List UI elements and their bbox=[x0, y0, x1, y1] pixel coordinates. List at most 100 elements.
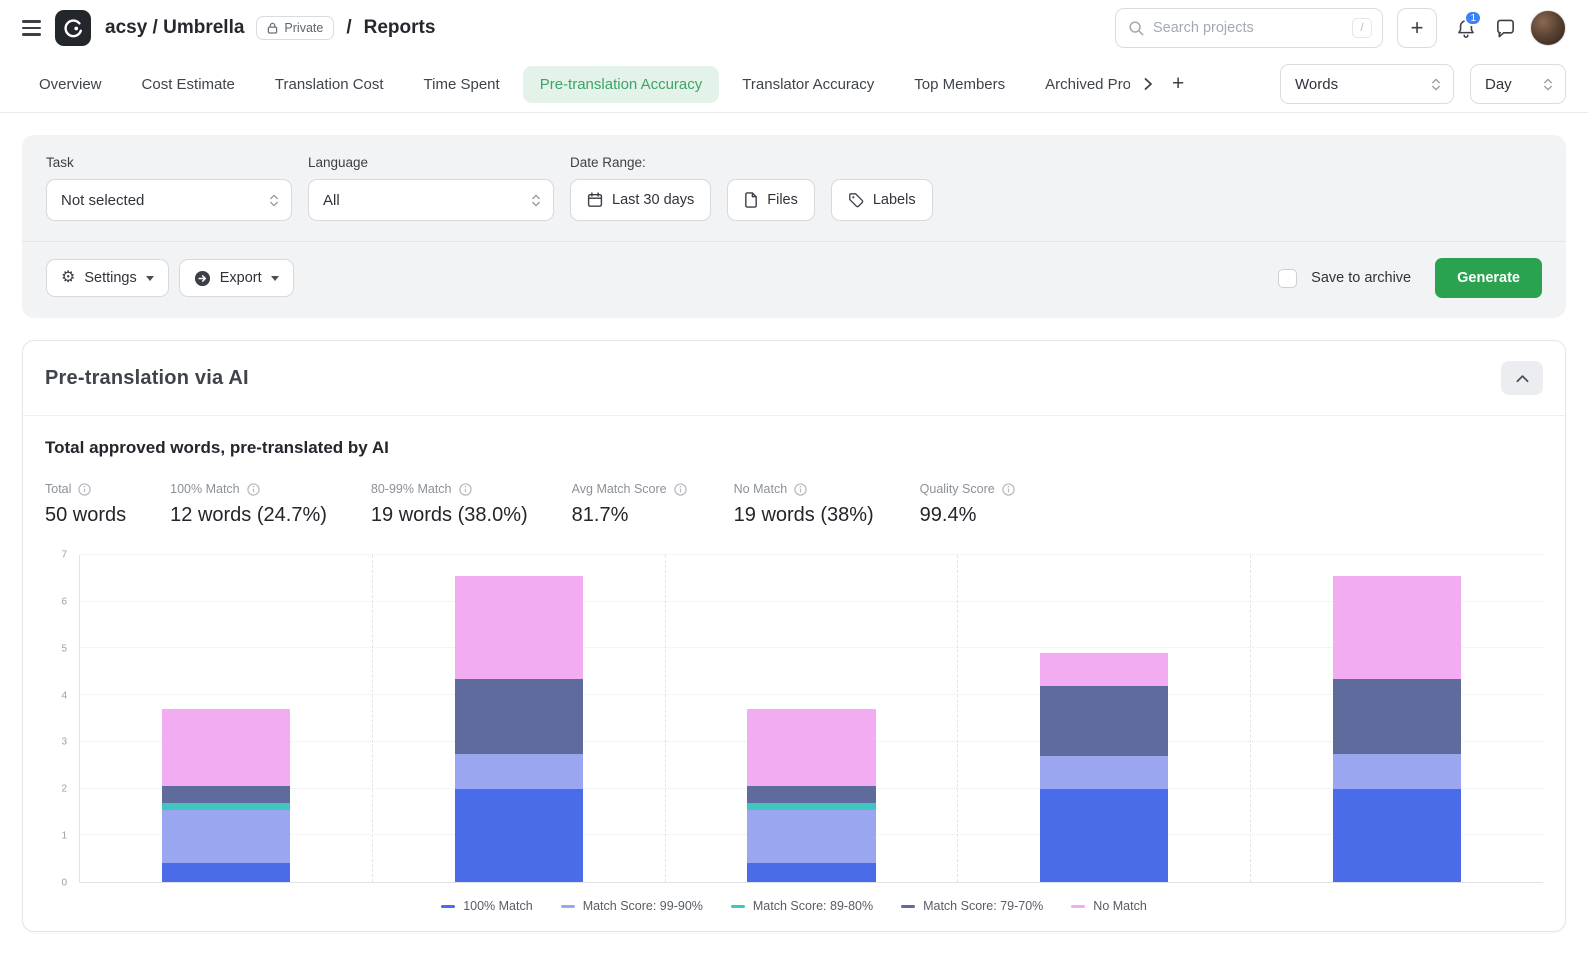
bar-segment-100-match[interactable] bbox=[1040, 789, 1168, 882]
hamburger-menu-button[interactable] bbox=[22, 20, 41, 35]
legend-item-match-score-79-70-[interactable]: Match Score: 79-70% bbox=[901, 899, 1043, 913]
bar-segment-100-match[interactable] bbox=[162, 863, 290, 882]
filter-row-criteria: Task Not selected Language All Date Rang… bbox=[46, 155, 1542, 221]
date-range-group: Date Range: Last 30 days bbox=[570, 155, 933, 221]
legend-swatch bbox=[1071, 905, 1085, 908]
legend-item-100-match[interactable]: 100% Match bbox=[441, 899, 532, 913]
stat-100-match: 100% Match 12 words (24.7%) bbox=[170, 482, 327, 527]
tab-time-spent[interactable]: Time Spent bbox=[407, 66, 517, 103]
period-select-value: Day bbox=[1485, 76, 1512, 93]
chart: 01234567 100% Match Match Score: 99-90% Ma… bbox=[45, 555, 1543, 913]
language-filter-label: Language bbox=[308, 155, 554, 170]
stat-value: 19 words (38.0%) bbox=[371, 504, 528, 527]
stacked-bar[interactable] bbox=[162, 555, 290, 882]
bar-segment-match-score-79-70-[interactable] bbox=[455, 679, 583, 754]
unit-select[interactable]: Words bbox=[1280, 64, 1454, 104]
breadcrumb-org-project[interactable]: acsy / Umbrella bbox=[105, 17, 244, 39]
notifications-button[interactable]: 1 bbox=[1451, 13, 1481, 43]
files-button-label: Files bbox=[767, 192, 798, 208]
tab-translation-cost[interactable]: Translation Cost bbox=[258, 66, 401, 103]
date-range-value: Last 30 days bbox=[612, 192, 694, 208]
stat-label-row: Quality Score bbox=[920, 482, 1015, 496]
chart-area: 01234567 bbox=[45, 555, 1543, 883]
language-select[interactable]: All bbox=[308, 179, 554, 221]
bar-segment-100-match[interactable] bbox=[455, 789, 583, 882]
search-box[interactable]: / bbox=[1115, 8, 1383, 48]
labels-filter-button[interactable]: Labels bbox=[831, 179, 933, 221]
create-project-button[interactable]: + bbox=[1397, 8, 1437, 48]
y-axis-tick-label: 7 bbox=[61, 550, 67, 561]
chevron-up-icon bbox=[1516, 374, 1529, 383]
bar-column bbox=[665, 555, 958, 882]
y-axis-tick-label: 1 bbox=[61, 831, 67, 842]
tab-archived-projects[interactable]: Archived Projects bbox=[1028, 66, 1130, 103]
report-filter-panel: Task Not selected Language All Date Rang… bbox=[22, 135, 1566, 318]
info-icon[interactable] bbox=[78, 483, 91, 496]
bar-segment-no-match[interactable] bbox=[162, 709, 290, 786]
stat-label-row: 100% Match bbox=[170, 482, 327, 496]
bar-segment-100-match[interactable] bbox=[747, 863, 875, 882]
settings-dropdown-button[interactable]: ⚙ Settings bbox=[46, 259, 169, 297]
user-avatar[interactable] bbox=[1530, 10, 1566, 46]
messages-button[interactable] bbox=[1495, 18, 1516, 39]
info-icon[interactable] bbox=[794, 483, 807, 496]
bar-segment-match-score-99-90-[interactable] bbox=[1040, 756, 1168, 789]
bar-segment-no-match[interactable] bbox=[1040, 653, 1168, 686]
period-select[interactable]: Day bbox=[1470, 64, 1566, 104]
tabs-overflow-button[interactable] bbox=[1136, 73, 1160, 95]
stat-value: 12 words (24.7%) bbox=[170, 504, 327, 527]
info-icon[interactable] bbox=[1002, 483, 1015, 496]
stacked-bar[interactable] bbox=[455, 555, 583, 882]
bar-segment-match-score-89-80-[interactable] bbox=[162, 803, 290, 810]
task-select[interactable]: Not selected bbox=[46, 179, 292, 221]
date-range-buttons: Last 30 days Files Labels bbox=[570, 179, 933, 221]
bar-segment-match-score-99-90-[interactable] bbox=[1333, 754, 1461, 789]
bar-segment-match-score-79-70-[interactable] bbox=[1040, 686, 1168, 756]
app-logo[interactable] bbox=[55, 10, 91, 46]
legend-swatch bbox=[561, 905, 575, 908]
legend-item-match-score-99-90-[interactable]: Match Score: 99-90% bbox=[561, 899, 703, 913]
bar-segment-match-score-99-90-[interactable] bbox=[747, 810, 875, 864]
bar-segment-match-score-89-80-[interactable] bbox=[747, 803, 875, 810]
info-icon[interactable] bbox=[674, 483, 687, 496]
stat-label: 100% Match bbox=[170, 482, 239, 496]
collapse-card-button[interactable] bbox=[1501, 361, 1543, 395]
add-report-tab-button[interactable]: + bbox=[1166, 68, 1190, 100]
bar-segment-match-score-79-70-[interactable] bbox=[162, 786, 290, 802]
bar-segment-no-match[interactable] bbox=[1333, 576, 1461, 679]
generate-button[interactable]: Generate bbox=[1435, 258, 1542, 298]
bar-column bbox=[372, 555, 665, 882]
card-header: Pre-translation via AI bbox=[23, 341, 1565, 416]
bar-segment-match-score-79-70-[interactable] bbox=[1333, 679, 1461, 754]
date-range-button[interactable]: Last 30 days bbox=[570, 179, 711, 221]
tab-cost-estimate[interactable]: Cost Estimate bbox=[125, 66, 252, 103]
bar-segment-match-score-79-70-[interactable] bbox=[747, 786, 875, 802]
tab-translator-accuracy[interactable]: Translator Accuracy bbox=[725, 66, 891, 103]
bar-segment-match-score-99-90-[interactable] bbox=[162, 810, 290, 864]
bar-segment-100-match[interactable] bbox=[1333, 789, 1461, 882]
info-icon[interactable] bbox=[247, 483, 260, 496]
export-dropdown-button[interactable]: Export bbox=[179, 259, 294, 297]
save-to-archive-checkbox[interactable] bbox=[1278, 269, 1297, 288]
y-axis-tick-label: 5 bbox=[61, 643, 67, 654]
stacked-bar[interactable] bbox=[747, 555, 875, 882]
tab-pre-translation-accuracy[interactable]: Pre-translation Accuracy bbox=[523, 66, 720, 103]
files-filter-button[interactable]: Files bbox=[727, 179, 815, 221]
stacked-bar[interactable] bbox=[1040, 555, 1168, 882]
legend-item-no-match[interactable]: No Match bbox=[1071, 899, 1147, 913]
stat-label: No Match bbox=[734, 482, 788, 496]
search-shortcut-hint: / bbox=[1352, 18, 1372, 38]
bar-segment-no-match[interactable] bbox=[455, 576, 583, 679]
info-icon[interactable] bbox=[459, 483, 472, 496]
bar-segment-no-match[interactable] bbox=[747, 709, 875, 786]
tab-overview[interactable]: Overview bbox=[22, 66, 119, 103]
stat-label: Quality Score bbox=[920, 482, 995, 496]
tab-top-members[interactable]: Top Members bbox=[897, 66, 1022, 103]
stat-value: 81.7% bbox=[572, 504, 690, 527]
stacked-bar[interactable] bbox=[1333, 555, 1461, 882]
stat-value: 50 words bbox=[45, 504, 126, 527]
legend-item-match-score-89-80-[interactable]: Match Score: 89-80% bbox=[731, 899, 873, 913]
search-input[interactable] bbox=[1153, 20, 1344, 36]
y-axis-tick-label: 0 bbox=[61, 878, 67, 889]
bar-segment-match-score-99-90-[interactable] bbox=[455, 754, 583, 789]
